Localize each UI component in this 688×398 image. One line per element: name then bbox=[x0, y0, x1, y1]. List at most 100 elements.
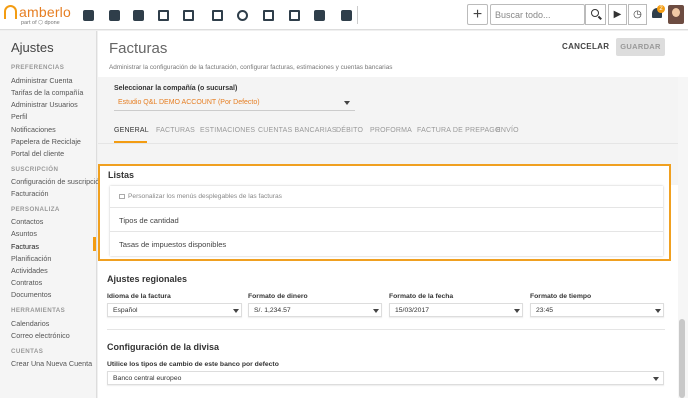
tab-estimaciones[interactable]: ESTIMACIONES bbox=[200, 127, 255, 134]
documents-icon[interactable] bbox=[180, 7, 196, 23]
search-icon bbox=[591, 9, 599, 17]
scrollbar-thumb[interactable] bbox=[679, 319, 685, 398]
sidebar-item-tarifas[interactable]: Tarifas de la compañía bbox=[11, 88, 83, 97]
date-format-label: Formato de la fecha bbox=[389, 293, 454, 300]
chevron-down-icon bbox=[655, 309, 661, 313]
chevron-down-icon bbox=[344, 101, 350, 105]
invoice-language-label: Idioma de la factura bbox=[107, 293, 171, 300]
money-format-label: Formato de dinero bbox=[248, 293, 308, 300]
sidebar-item-contactos[interactable]: Contactos bbox=[11, 217, 43, 226]
tabs-divider bbox=[98, 143, 678, 144]
bank-rates-select[interactable]: Banco central europeo bbox=[107, 371, 664, 385]
tab-factura-prepago[interactable]: FACTURA DE PREPAGO bbox=[417, 127, 501, 134]
listas-section: Listas Personalizar los menús desplegabl… bbox=[98, 164, 671, 261]
sidebar-item-perfil[interactable]: Perfil bbox=[11, 112, 27, 121]
chevron-down-icon bbox=[653, 377, 659, 381]
sidebar-item-portal-cliente[interactable]: Portal del cliente bbox=[11, 149, 64, 158]
section-preferencias: PREFERENCIAS bbox=[11, 64, 65, 71]
billing-icon[interactable] bbox=[155, 7, 171, 23]
sidebar-item-config-suscripcion[interactable]: Configuración de suscripción bbox=[11, 177, 103, 186]
section-divider bbox=[107, 329, 665, 330]
tab-proforma[interactable]: PROFORMA bbox=[370, 127, 412, 134]
sidebar-item-documentos[interactable]: Documentos bbox=[11, 290, 51, 299]
sidebar-item-administrar-usuarios[interactable]: Administrar Usuarios bbox=[11, 100, 78, 109]
top-bar: amberlo part of ⬡ dpone + ▶ ◷ 2 bbox=[0, 0, 688, 30]
folder-icon[interactable] bbox=[260, 7, 276, 23]
list-item-tipos-cantidad[interactable]: Tipos de cantidad bbox=[110, 207, 663, 231]
date-format-value: 15/03/2017 bbox=[395, 307, 430, 314]
timer-button[interactable]: ◷ bbox=[628, 4, 647, 25]
listas-title: Listas bbox=[108, 170, 135, 180]
time-format-value: 23:45 bbox=[536, 307, 554, 314]
sidebar-item-facturacion[interactable]: Facturación bbox=[11, 189, 49, 198]
tab-general[interactable]: GENERAL bbox=[114, 127, 149, 134]
logo-text: amberlo bbox=[19, 4, 71, 20]
sidebar-item-administrar-cuenta[interactable]: Administrar Cuenta bbox=[11, 76, 73, 85]
sidebar-item-contratos[interactable]: Contratos bbox=[11, 278, 42, 287]
chevron-down-icon bbox=[514, 309, 520, 313]
sidebar-item-planificacion[interactable]: Planificación bbox=[11, 254, 51, 263]
sidebar-item-facturas[interactable]: Facturas bbox=[11, 242, 39, 251]
sidebar-title: Ajustes bbox=[11, 40, 54, 55]
section-suscripcion: SUSCRIPCIÓN bbox=[11, 166, 59, 173]
tab-debito[interactable]: DÉBITO bbox=[336, 127, 363, 134]
amberlo-logo[interactable]: amberlo part of ⬡ dpone bbox=[4, 3, 74, 27]
section-personaliza: PERSONALIZA bbox=[11, 206, 60, 213]
briefcase-icon[interactable] bbox=[130, 7, 146, 23]
sidebar-item-nueva-cuenta[interactable]: Crear Una Nueva Cuenta bbox=[11, 359, 92, 368]
time-format-label: Formato de tiempo bbox=[530, 293, 592, 300]
main-content: Facturas Administrar la configuración de… bbox=[98, 31, 688, 398]
invoice-language-value: Español bbox=[113, 307, 138, 314]
search-button[interactable] bbox=[585, 4, 606, 25]
toolbar-divider bbox=[357, 6, 358, 24]
date-format-select[interactable]: 15/03/2017 bbox=[389, 303, 523, 317]
sidebar-item-calendarios[interactable]: Calendarios bbox=[11, 319, 49, 328]
reports-icon[interactable] bbox=[338, 7, 354, 23]
company-select-label: Seleccionar la compañía (o sucursal) bbox=[114, 85, 238, 92]
add-button[interactable]: + bbox=[467, 4, 488, 25]
cancel-button[interactable]: CANCELAR bbox=[562, 42, 609, 51]
sidebar-item-correo[interactable]: Correo electrónico bbox=[11, 331, 70, 340]
listas-hint-text: Personalizar los menús desplegables de l… bbox=[128, 193, 282, 200]
calendar-icon[interactable] bbox=[209, 7, 225, 23]
tab-cuentas-bancarias[interactable]: CUENTAS BANCARIAS bbox=[258, 127, 337, 134]
chevron-down-icon bbox=[233, 309, 239, 313]
contacts-icon[interactable] bbox=[106, 7, 122, 23]
money-format-value: S/. 1,234.57 bbox=[254, 307, 291, 314]
page-title: Facturas bbox=[109, 40, 168, 57]
bank-rates-label: Utilice los tipos de cambio de este banc… bbox=[107, 361, 279, 368]
sidebar-item-notificaciones[interactable]: Notificaciones bbox=[11, 125, 56, 134]
search-input[interactable] bbox=[490, 4, 585, 25]
history-icon[interactable] bbox=[234, 7, 250, 23]
chevron-down-icon bbox=[373, 309, 379, 313]
settings-sidebar: Ajustes PREFERENCIAS Administrar Cuenta … bbox=[0, 31, 103, 398]
tab-envio[interactable]: ENVÍO bbox=[496, 127, 519, 134]
company-select-value: Estudio Q&L DEMO ACCOUNT (Por Defecto) bbox=[118, 99, 260, 106]
file-search-icon[interactable] bbox=[286, 7, 302, 23]
sidebar-item-actividades[interactable]: Actividades bbox=[11, 266, 48, 275]
company-select[interactable]: Estudio Q&L DEMO ACCOUNT (Por Defecto) bbox=[114, 95, 355, 111]
time-format-select[interactable]: 23:45 bbox=[530, 303, 664, 317]
invoice-language-select[interactable]: Español bbox=[107, 303, 242, 317]
regional-settings-title: Ajustes regionales bbox=[107, 274, 188, 284]
bank-rates-value: Banco central europeo bbox=[113, 375, 182, 382]
sidebar-item-asuntos[interactable]: Asuntos bbox=[11, 229, 37, 238]
play-button[interactable]: ▶ bbox=[608, 4, 627, 25]
dashboard-icon[interactable] bbox=[80, 7, 96, 23]
list-icon bbox=[119, 194, 125, 199]
amberlo-logo-icon bbox=[4, 5, 17, 19]
money-format-select[interactable]: S/. 1,234.57 bbox=[248, 303, 382, 317]
tab-facturas[interactable]: FACTURAS bbox=[156, 127, 195, 134]
avatar[interactable] bbox=[668, 5, 684, 24]
currency-settings-title: Configuración de la divisa bbox=[107, 342, 220, 352]
listas-card: Personalizar los menús desplegables de l… bbox=[110, 186, 663, 256]
active-item-indicator bbox=[93, 237, 96, 251]
section-cuentas: CUENTAS bbox=[11, 348, 44, 355]
mail-icon[interactable] bbox=[311, 7, 327, 23]
sidebar-item-papelera[interactable]: Papelera de Reciclaje bbox=[11, 137, 81, 146]
notification-badge: 2 bbox=[657, 5, 665, 13]
logo-subtitle: part of ⬡ dpone bbox=[21, 20, 60, 26]
page-description: Administrar la configuración de la factu… bbox=[109, 64, 393, 71]
list-item-tasas-impuestos[interactable]: Tasas de impuestos disponibles bbox=[110, 231, 663, 255]
save-button[interactable]: GUARDAR bbox=[616, 38, 665, 56]
